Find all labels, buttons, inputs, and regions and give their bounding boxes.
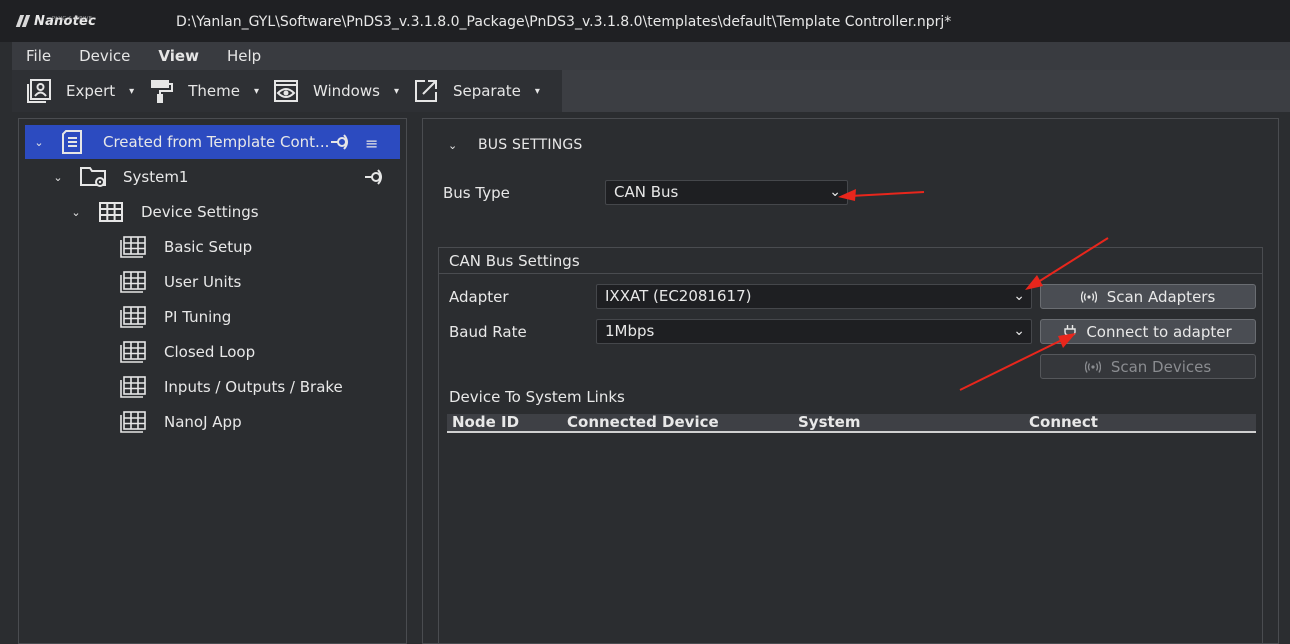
broadcast-icon [1084,360,1101,373]
can-group-title: CAN Bus Settings [439,248,1262,274]
chevron-down-icon: ⌄ [829,184,841,200]
tree-item-device-settings-label: Device Settings [141,203,259,221]
chevron-down-icon[interactable]: ⌄ [51,170,65,184]
baud-rate-select[interactable]: 1Mbps ⌄ [596,319,1032,344]
adapter-label: Adapter [449,288,509,306]
bus-type-value: CAN Bus [614,183,679,201]
tree-item-basic-setup[interactable]: Basic Setup [119,230,252,264]
chevron-down-icon[interactable]: ⌄ [448,139,457,152]
logo-subtitle: PLUG & DRIVE [52,16,93,22]
tree-item-system[interactable]: ⌄ System1 [25,160,382,194]
tree-item-pi-tuning[interactable]: PI Tuning [119,300,231,334]
column-system[interactable]: System [793,414,1024,431]
can-bus-settings-group: CAN Bus Settings Adapter IXXAT (EC208161… [438,247,1263,644]
tree-item-label: Basic Setup [164,238,253,256]
adapter-select[interactable]: IXXAT (EC2081617) ⌄ [596,284,1032,309]
scan-devices-button[interactable]: Scan Devices [1040,354,1256,379]
chevron-down-icon: ⌄ [1013,323,1025,339]
tree-item-root-label: Created from Template Cont... [103,133,330,151]
expert-tool[interactable]: Expert ▾ [12,70,134,112]
connect-adapter-button[interactable]: Connect to adapter [1040,319,1256,344]
theme-tool[interactable]: Theme ▾ [134,70,259,112]
table-grid-icon [119,271,147,293]
chevron-down-icon[interactable]: ⌄ [32,135,46,149]
eye-window-icon [273,78,299,104]
tree-item-label: User Units [164,273,242,291]
title-bar: Nanotec PLUG & DRIVE D:\Yanlan_GYL\Softw… [0,0,1290,42]
bus-type-label: Bus Type [443,184,510,202]
window-title: D:\Yanlan_GYL\Software\PnDS3_v.3.1.8.0_P… [176,14,952,30]
tree-item-device-settings[interactable]: ⌄ Device Settings [25,195,259,229]
table-grid-icon [119,376,147,398]
column-connect[interactable]: Connect [1024,414,1244,431]
bus-settings-panel: ⌄ BUS SETTINGS Bus Type CAN Bus ⌄ CAN Bu… [422,118,1279,644]
column-connected-device[interactable]: Connected Device [562,414,793,431]
device-links-title: Device To System Links [449,388,625,406]
scan-adapters-button[interactable]: Scan Adapters [1040,284,1256,309]
expert-icon [26,78,52,104]
toolbar: Expert ▾ Theme ▾ Windows ▾ Separate ▾ [12,70,562,112]
external-link-icon [413,78,439,104]
tree-item-label: PI Tuning [164,308,232,326]
tree-item-label: Closed Loop [164,343,256,361]
tree-item-label: Inputs / Outputs / Brake [164,378,343,396]
adapter-value: IXXAT (EC2081617) [605,287,752,305]
separate-tool[interactable]: Separate ▾ [399,70,540,112]
grid-icon [98,202,124,222]
logo-mark-icon [16,15,30,27]
plug-icon [1064,324,1077,339]
scan-adapters-label: Scan Adapters [1106,287,1216,306]
hamburger-menu-icon[interactable]: ≡ [365,134,378,153]
bus-type-select[interactable]: CAN Bus ⌄ [605,180,848,205]
project-tree: ⌄ Created from Template Cont... ≡ ⌄ Syst… [18,118,407,644]
separate-dropdown-icon[interactable]: ▾ [535,86,540,97]
menu-device[interactable]: Device [65,42,144,70]
menu-file[interactable]: File [12,42,65,70]
device-links-table-header: Node ID Connected Device System Connect [447,414,1256,433]
tree-item-closed-loop[interactable]: Closed Loop [119,335,255,369]
windows-label: Windows [312,82,380,100]
section-title: BUS SETTINGS [478,137,583,153]
expert-label: Expert [66,82,116,100]
connection-icon[interactable] [331,133,353,155]
table-grid-icon [119,306,147,328]
theme-label: Theme [188,82,240,100]
folder-gear-icon [79,165,109,189]
broadcast-icon [1080,290,1097,303]
tree-item-system-label: System1 [123,168,189,186]
table-grid-icon [119,236,147,258]
connection-icon[interactable] [365,168,387,190]
connect-adapter-label: Connect to adapter [1086,322,1232,341]
menu-view[interactable]: View [144,42,213,70]
tree-item-root[interactable]: ⌄ Created from Template Cont... ≡ [25,125,400,159]
column-node-id[interactable]: Node ID [447,414,562,431]
tree-item-label: NanoJ App [164,413,242,431]
separate-label: Separate [452,82,521,100]
table-grid-icon [119,341,147,363]
baud-rate-value: 1Mbps [605,322,655,340]
tree-item-nanoj-app[interactable]: NanoJ App [119,405,242,439]
table-grid-icon [119,411,147,433]
chevron-down-icon[interactable]: ⌄ [69,205,83,219]
menu-help[interactable]: Help [213,42,275,70]
menu-bar: File Device View Help [12,42,1290,70]
tree-item-user-units[interactable]: User Units [119,265,241,299]
windows-tool[interactable]: Windows ▾ [259,70,399,112]
chevron-down-icon: ⌄ [1013,288,1025,304]
tree-item-inputs-outputs-brake[interactable]: Inputs / Outputs / Brake [119,370,343,404]
toolbar-empty-area [562,70,1290,112]
baud-rate-label: Baud Rate [449,323,527,341]
scan-devices-label: Scan Devices [1110,357,1212,376]
document-icon [60,129,86,155]
paint-roller-icon [148,78,174,104]
